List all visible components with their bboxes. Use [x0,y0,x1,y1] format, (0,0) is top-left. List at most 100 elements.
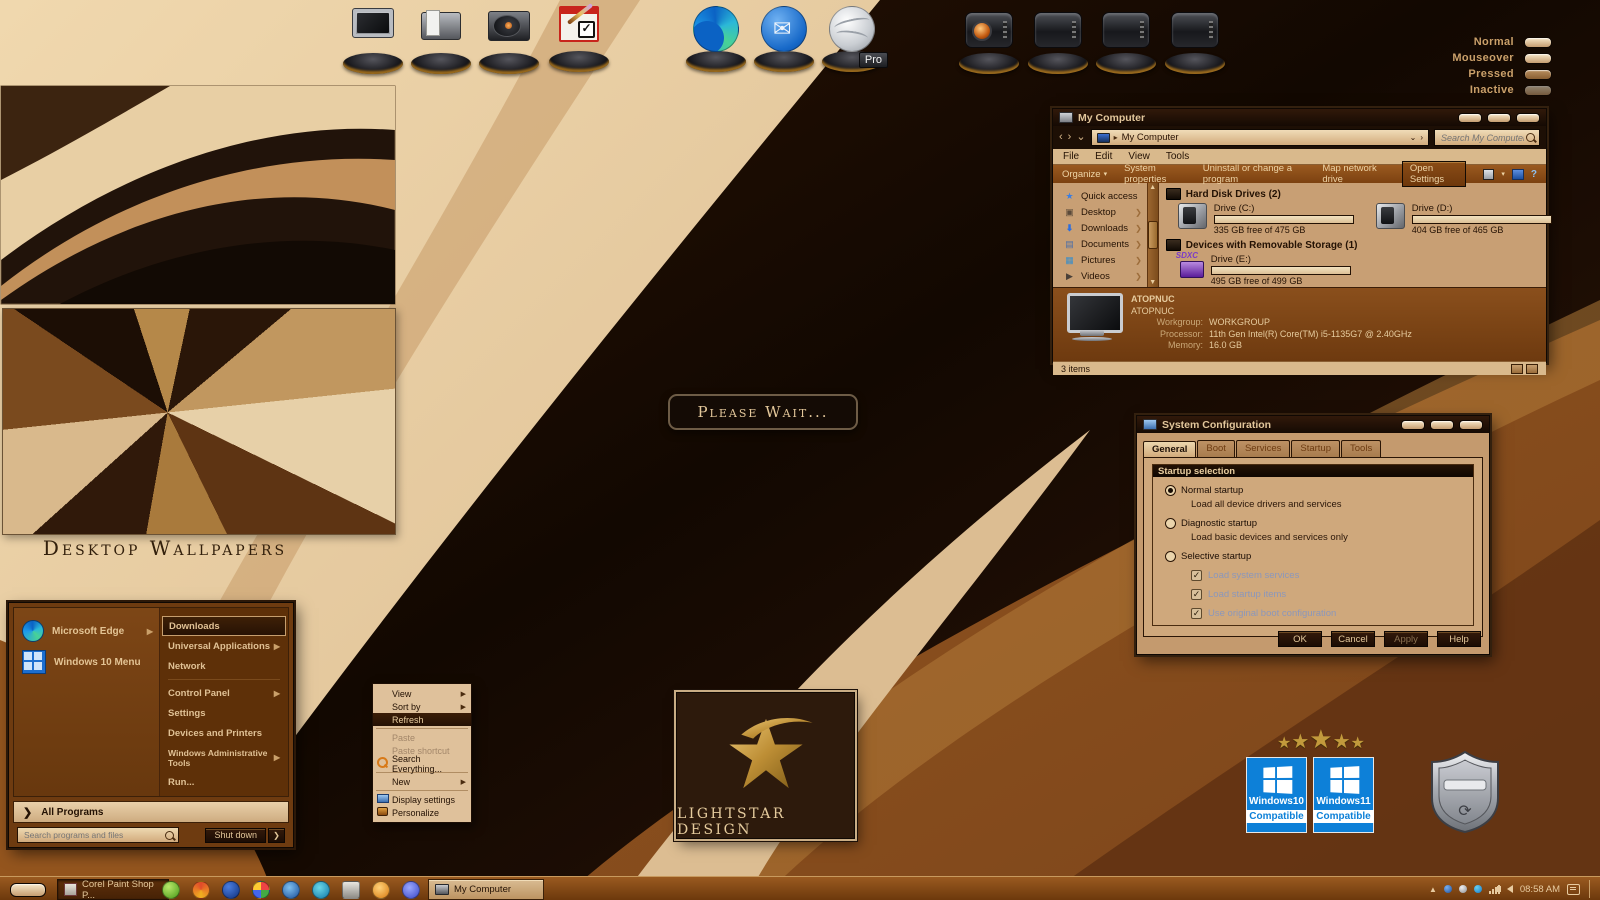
menu-view[interactable]: View [1128,151,1150,162]
dock-item-edge[interactable] [684,4,748,72]
load-startup-items-checkbox[interactable]: ✓ Load startup items [1191,589,1473,600]
tab-boot[interactable]: Boot [1197,440,1235,457]
msconfig-titlebar[interactable]: System Configuration [1137,416,1489,433]
section-removable-storage[interactable]: Devices with Removable Storage (1) [1166,239,1552,251]
caption-pill-normal[interactable] [1524,37,1552,48]
show-desktop-button[interactable] [1589,880,1594,898]
preview-pane-icon[interactable] [1512,169,1524,180]
notification-center-icon[interactable] [1567,884,1580,895]
quicklaunch-browser-icon[interactable] [282,881,300,899]
selective-startup-radio[interactable]: Selective startup [1165,551,1473,562]
taskbar-clock[interactable]: 08:58 AM [1520,884,1560,895]
sidebar-item-desktop[interactable]: ▣ Desktop ❯ [1053,204,1147,220]
start-item-network[interactable]: Network [160,656,288,676]
context-item-display-settings[interactable]: Display settings [373,793,471,806]
quicklaunch-app9-icon[interactable] [402,881,420,899]
scroll-down-icon[interactable]: ▼ [1149,279,1156,286]
tray-expand-icon[interactable]: ▲ [1429,885,1437,894]
apply-button[interactable]: Apply [1384,631,1428,647]
start-search-input[interactable] [22,829,165,841]
scrollbar-thumb[interactable] [1148,221,1158,249]
quicklaunch-skype-icon[interactable] [312,881,330,899]
tray-app2-icon[interactable] [1459,885,1467,893]
quicklaunch-app3-icon[interactable] [222,881,240,899]
dock-item-satellite[interactable] [477,6,541,74]
ok-button[interactable]: OK [1278,631,1322,647]
dock-item-drive-2[interactable] [1026,6,1090,74]
start-item-windows-administrative-tools[interactable]: Windows Administrative Tools ▶ [160,743,288,772]
caption-pill-mouseover[interactable] [1524,53,1552,64]
forward-icon[interactable]: › [1068,132,1072,143]
checkbox-checked-icon[interactable]: ✓ [1191,589,1202,600]
section-hard-disk-drives[interactable]: Hard Disk Drives (2) [1166,188,1552,200]
tray-app1-icon[interactable] [1444,885,1452,893]
back-icon[interactable]: ‹ [1059,132,1063,143]
explorer-titlebar[interactable]: My Computer [1053,109,1546,126]
cancel-button[interactable]: Cancel [1331,631,1375,647]
tab-services[interactable]: Services [1236,440,1290,457]
sidebar-item-downloads[interactable]: ⬇ Downloads ❯ [1053,220,1147,236]
icons-view-toggle-icon[interactable] [1526,364,1538,374]
radio-icon[interactable] [1165,518,1176,529]
start-item-control-panel[interactable]: Control Panel ▶ [160,683,288,703]
volume-icon[interactable] [1507,885,1513,893]
caption-pill-pressed[interactable] [1524,69,1552,80]
start-item-windows-10-menu[interactable]: Windows 10 Menu [14,646,159,678]
maximize-button[interactable] [1430,420,1454,430]
close-button[interactable] [1459,420,1483,430]
views-icon[interactable] [1483,169,1494,180]
quicklaunch-explorer-icon[interactable] [342,881,360,899]
start-item-universal-applications[interactable]: Universal Applications ▶ [160,636,288,656]
dock-item-computer[interactable] [341,6,405,74]
chevron-down-icon[interactable]: ⌄ [1410,133,1417,142]
map-network-drive-button[interactable]: Map network drive [1322,163,1385,185]
start-item-run[interactable]: Run... [160,772,288,792]
start-item-microsoft-edge[interactable]: Microsoft Edge ▶ [14,616,159,646]
radio-icon[interactable] [1165,551,1176,562]
recent-pages-icon[interactable]: ⌄ [1076,132,1085,143]
load-system-services-checkbox[interactable]: ✓ Load system services [1191,570,1473,581]
context-item-personalize[interactable]: Personalize [373,806,471,819]
explorer-search[interactable] [1434,129,1540,146]
drive-d-item[interactable]: Drive (D:) 404 GB free of 465 GB [1376,203,1552,235]
start-item-settings[interactable]: Settings [160,703,288,723]
dock-item-drive-3[interactable] [1094,6,1158,74]
sidebar-item-documents[interactable]: ▤ Documents ❯ [1053,236,1147,252]
sidebar-item-quick-access[interactable]: ★ Quick access [1053,188,1147,204]
diagnostic-startup-radio[interactable]: Diagnostic startup [1165,518,1473,529]
chevron-down-icon[interactable]: ▾ [1501,170,1505,178]
quicklaunch-firefox-icon[interactable] [372,881,390,899]
tab-general[interactable]: General [1143,441,1196,458]
menu-tools[interactable]: Tools [1166,151,1189,162]
context-item-refresh[interactable]: Refresh [373,713,471,726]
taskbar-task-corel[interactable]: Corel Paint Shop P... [57,879,169,900]
sidebar-scrollbar[interactable]: ▲ ▼ [1147,183,1159,287]
close-button[interactable] [1516,113,1540,123]
context-item-search-everything[interactable]: Search Everything... [373,757,471,770]
system-properties-button[interactable]: System properties [1124,163,1186,185]
scroll-up-icon[interactable]: ▲ [1149,184,1156,191]
dock-item-printer[interactable] [409,6,473,74]
dock-item-thunderbird[interactable] [752,4,816,72]
all-programs-button[interactable]: ❯ All Programs [13,801,289,823]
dock-item-google-earth[interactable]: Pro [820,4,884,72]
organize-button[interactable]: Organize ▾ [1062,169,1107,180]
dock-item-drive-4[interactable] [1163,6,1227,74]
context-item-view[interactable]: View ▶ [373,687,471,700]
sidebar-item-videos[interactable]: ▶ Videos ❯ [1053,268,1147,284]
context-item-new[interactable]: New ▶ [373,775,471,788]
checkbox-checked-icon[interactable]: ✓ [1191,570,1202,581]
sidebar-item-pictures[interactable]: ▦ Pictures ❯ [1053,252,1147,268]
drive-e-item[interactable]: SDXC Drive (E:) 495 GB free of 499 GB [1178,254,1351,286]
details-view-toggle-icon[interactable] [1511,364,1523,374]
menu-edit[interactable]: Edit [1095,151,1112,162]
quicklaunch-paintshop-icon[interactable] [162,881,180,899]
radio-selected-icon[interactable] [1165,485,1176,496]
dock-item-paint-app[interactable]: ✓ [547,4,611,72]
start-item-devices-and-printers[interactable]: Devices and Printers [160,723,288,743]
help-icon[interactable]: ? [1531,169,1537,180]
uninstall-button[interactable]: Uninstall or change a program [1203,163,1306,185]
minimize-button[interactable] [1458,113,1482,123]
shutdown-button[interactable]: Shut down [205,828,266,843]
checkbox-checked-icon[interactable]: ✓ [1191,608,1202,619]
